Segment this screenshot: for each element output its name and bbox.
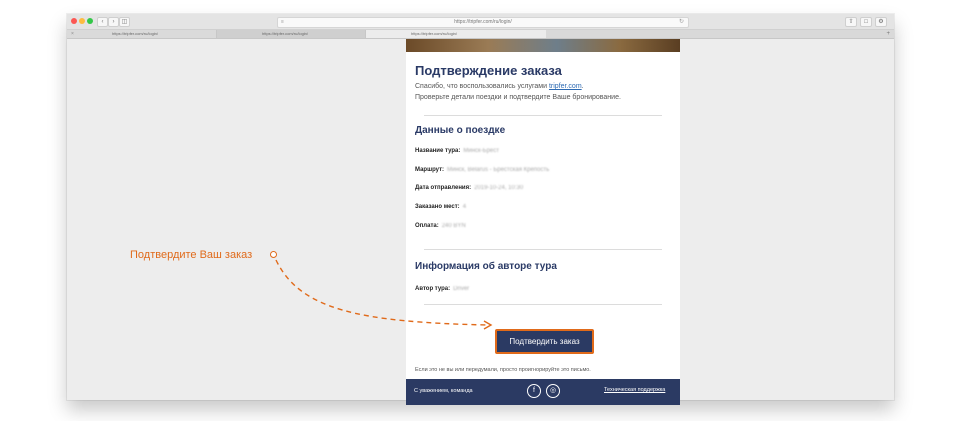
back-button[interactable]: ‹ bbox=[97, 17, 108, 27]
divider bbox=[424, 249, 662, 250]
tab-label: https://tripfer.com/ru/login/ bbox=[411, 31, 458, 36]
footer-sign: С уважением, команда bbox=[414, 388, 473, 394]
row-value: 2019-10-24, 10:30 bbox=[474, 185, 524, 191]
address-url: https://tripfer.com/ru/login/ bbox=[454, 19, 512, 25]
annotation-label: Подтвердите Ваш заказ bbox=[130, 249, 253, 261]
row-label: Дата отправления: bbox=[415, 185, 472, 191]
row-label: Заказано мест: bbox=[415, 204, 460, 210]
tab-label: https://tripfer.com/ru/login/ bbox=[112, 31, 159, 36]
intro-text: Спасибо, что воспользовались услугами bbox=[415, 83, 549, 90]
row-value: 240 BYN bbox=[441, 223, 466, 229]
close-window-button[interactable] bbox=[71, 18, 77, 24]
row-value: Минск, Belarus - Брестская Крепость bbox=[447, 167, 550, 173]
row-label: Маршрут: bbox=[415, 167, 445, 173]
author-row: Автор тура: Driver bbox=[415, 286, 469, 292]
forward-button[interactable]: › bbox=[108, 17, 119, 27]
new-tab-plus-icon[interactable]: + bbox=[886, 30, 890, 38]
annotation-dot bbox=[270, 251, 277, 258]
settings-gear-icon[interactable]: ⚙ bbox=[875, 17, 887, 27]
row-label: Автор тура: bbox=[415, 286, 451, 292]
trip-heading: Данные о поездке bbox=[415, 125, 506, 136]
email-card: Подтверждение заказа Спасибо, что воспол… bbox=[406, 39, 680, 405]
page-content: Подтверждение заказа Спасибо, что воспол… bbox=[67, 39, 894, 405]
divider bbox=[424, 304, 662, 305]
support-link[interactable]: Техническая поддержка bbox=[604, 387, 665, 393]
row-value: 4 bbox=[462, 204, 467, 210]
minimize-window-button[interactable] bbox=[79, 18, 85, 24]
tab-label: https://tripfer.com/ru/login/ bbox=[262, 31, 309, 36]
tab-1[interactable]: × https://tripfer.com/ru/login/ bbox=[67, 30, 217, 38]
tab-bar: × https://tripfer.com/ru/login/ https://… bbox=[67, 30, 894, 39]
row-label: Название тура: bbox=[415, 148, 461, 154]
reload-icon[interactable]: ↻ bbox=[679, 18, 684, 27]
tabs-overview-icon[interactable]: □ bbox=[860, 17, 872, 27]
trip-row-name: Название тура: Минск-Брест bbox=[415, 148, 499, 154]
row-value: Driver bbox=[453, 286, 470, 292]
address-bar[interactable]: ≡ https://tripfer.com/ru/login/ ↻ bbox=[277, 17, 689, 28]
trip-row-route: Маршрут: Минск, Belarus - Брестская Крепо… bbox=[415, 167, 549, 173]
facebook-icon[interactable]: f bbox=[527, 384, 541, 398]
browser-titlebar: ‹ › ◫ ≡ https://tripfer.com/ru/login/ ↻ … bbox=[67, 14, 894, 30]
tripfer-link[interactable]: tripfer.com bbox=[549, 83, 582, 90]
tab-2[interactable]: https://tripfer.com/ru/login/ bbox=[217, 30, 366, 38]
browser-window: ‹ › ◫ ≡ https://tripfer.com/ru/login/ ↻ … bbox=[67, 14, 894, 405]
intro-line-1: Спасибо, что воспользовались услугами tr… bbox=[415, 83, 584, 90]
confirm-order-button[interactable]: Подтвердить заказ bbox=[495, 329, 594, 354]
trip-row-date: Дата отправления: 2019-10-24, 10:30 bbox=[415, 185, 523, 191]
row-label: Оплата: bbox=[415, 223, 439, 229]
hero-image bbox=[406, 39, 680, 52]
divider bbox=[424, 115, 662, 116]
trip-row-seats: Заказано мест: 4 bbox=[415, 204, 466, 210]
intro-suffix: . bbox=[581, 83, 584, 90]
tab-3-active[interactable]: https://tripfer.com/ru/login/ bbox=[366, 30, 546, 38]
instagram-icon[interactable]: ◎ bbox=[546, 384, 560, 398]
author-heading: Информация об авторе тура bbox=[415, 261, 557, 272]
row-value: Минск-Брест bbox=[463, 148, 499, 154]
maximize-window-button[interactable] bbox=[87, 18, 93, 24]
trip-row-payment: Оплата: 240 BYN bbox=[415, 223, 466, 229]
tab-close-icon[interactable]: × bbox=[71, 30, 74, 38]
share-icon[interactable]: ⇧ bbox=[845, 17, 857, 27]
sidebar-toggle-icon[interactable]: ◫ bbox=[119, 17, 130, 27]
intro-line-2: Проверьте детали поездки и подтвердите В… bbox=[415, 94, 621, 101]
email-footer: С уважением, команда f ◎ Техническая под… bbox=[406, 379, 680, 405]
email-title: Подтверждение заказа bbox=[415, 63, 562, 78]
ignore-note: Если это не вы или передумали, просто пр… bbox=[415, 367, 591, 373]
